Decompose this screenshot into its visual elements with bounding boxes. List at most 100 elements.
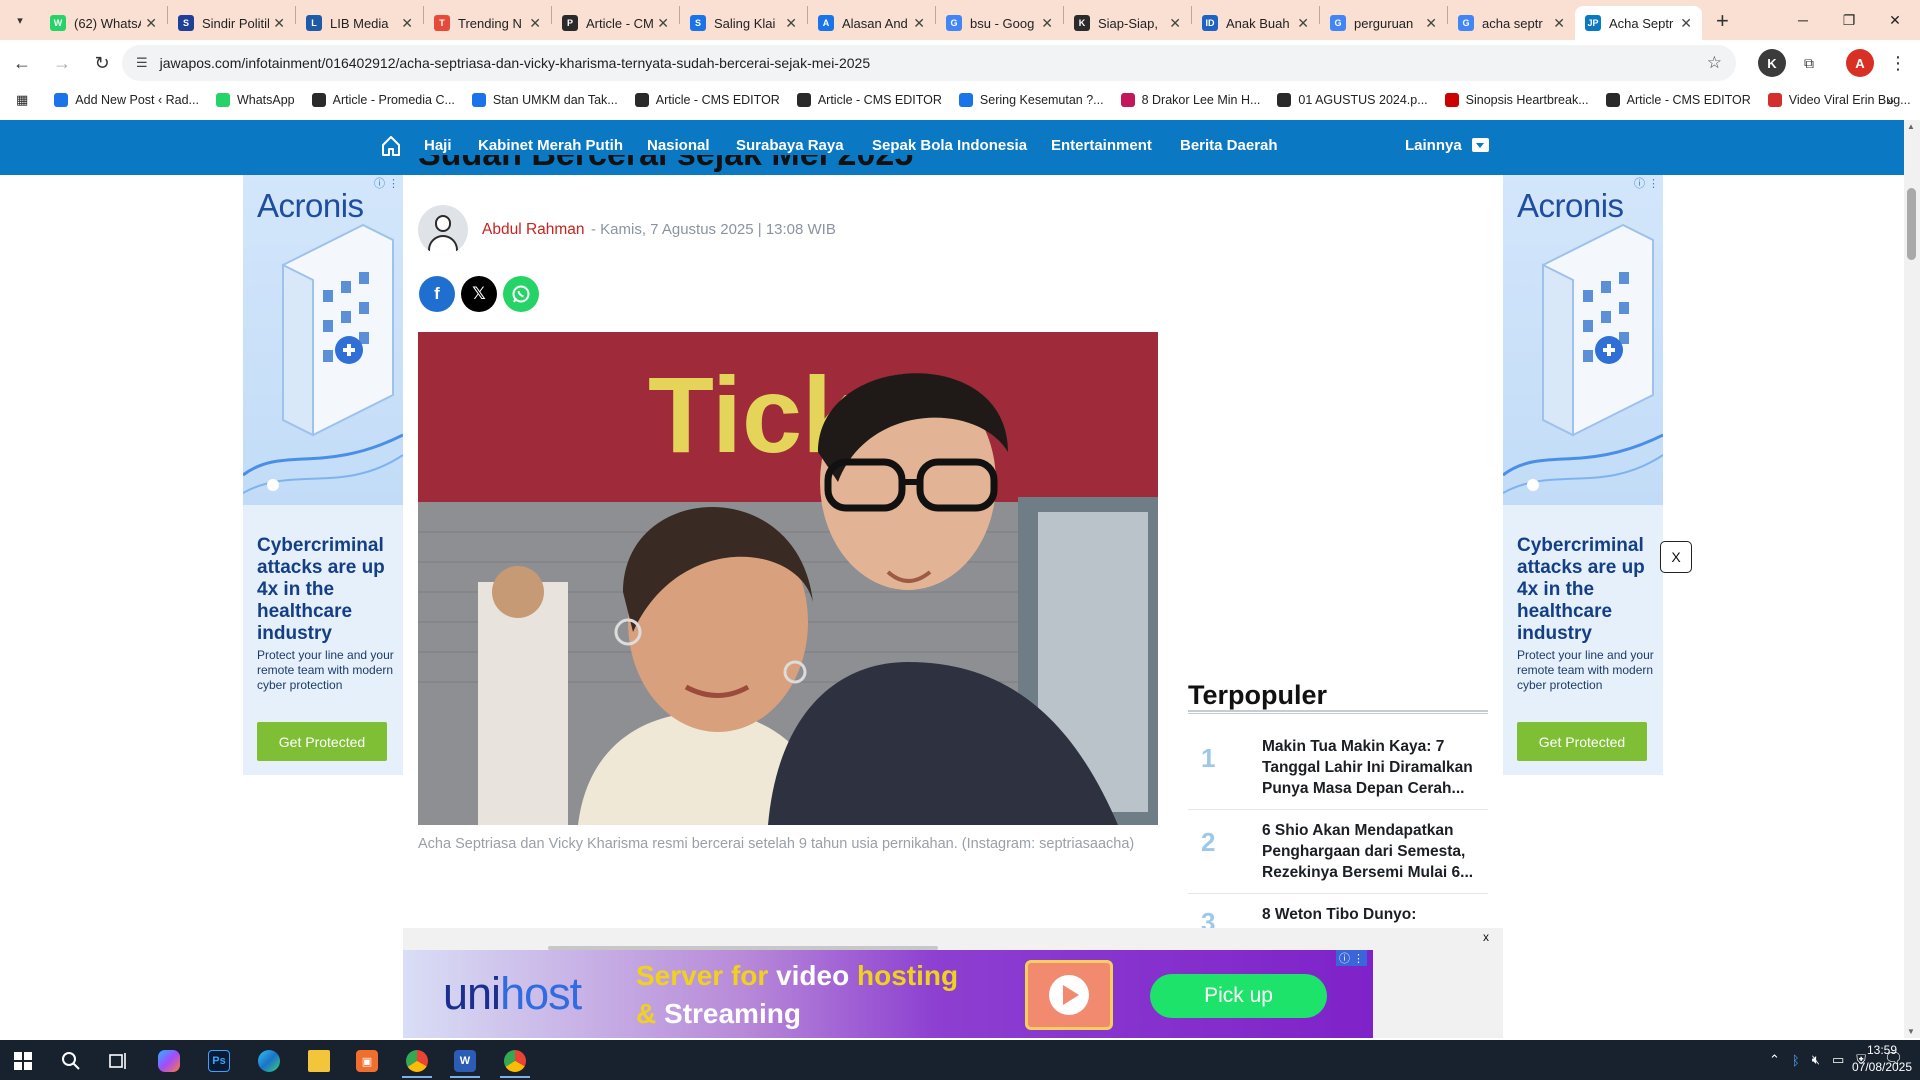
bookmark-item[interactable]: Sering Kesemutan ?...	[958, 93, 1104, 107]
browser-tab[interactable]: T Trending N ✕	[424, 6, 551, 40]
right-side-ad[interactable]: Acronis ⓘ ⋮ Cybercriminal attacks are up…	[1503, 175, 1663, 775]
browser-tab[interactable]: L LIB Media ✕	[296, 6, 423, 40]
back-button[interactable]: ←	[4, 45, 40, 81]
bookmark-item[interactable]: Article - CMS EDITOR	[1605, 93, 1751, 107]
ad-info-icon[interactable]: ⓘ ⋮	[1634, 175, 1659, 191]
nav-more-dropdown[interactable]: Lainnya	[1405, 137, 1489, 154]
ad-cta-button[interactable]: Get Protected	[257, 722, 387, 761]
tab-close-icon[interactable]: ✕	[1297, 15, 1309, 32]
popular-title-link[interactable]: Makin Tua Makin Kaya: 7 Tanggal Lahir In…	[1262, 736, 1476, 799]
tab-close-icon[interactable]: ✕	[913, 15, 925, 32]
apps-grid-icon[interactable]: ▦	[16, 92, 28, 108]
search-icon[interactable]	[50, 1044, 92, 1078]
browser-menu-icon[interactable]: ⋮	[1884, 49, 1912, 77]
share-whatsapp-button[interactable]	[503, 276, 539, 312]
app-orange-icon[interactable]: ▣	[346, 1044, 388, 1078]
tab-close-icon[interactable]: ✕	[1680, 15, 1692, 32]
bookmark-item[interactable]: Stan UMKM dan Tak...	[471, 93, 618, 107]
bookmark-item[interactable]: Article - CMS EDITOR	[634, 93, 780, 107]
browser-tab[interactable]: P Article - CM ✕	[552, 6, 679, 40]
url-text[interactable]: jawapos.com/infotainment/016402912/acha-…	[160, 55, 1707, 71]
minimize-button[interactable]: ─	[1780, 0, 1826, 40]
scroll-down-arrow-icon[interactable]: ▼	[1907, 1027, 1915, 1036]
browser-tab[interactable]: W (62) WhatsApp✕	[40, 6, 167, 40]
chrome-taskbar-icon[interactable]	[396, 1044, 438, 1078]
tab-close-icon[interactable]: ✕	[401, 15, 413, 32]
tab-search-button[interactable]: ▾	[8, 8, 32, 32]
word-icon[interactable]: W	[444, 1044, 486, 1078]
browser-tab[interactable]: K Siap-Siap, ✕	[1064, 6, 1191, 40]
ad-info-icon[interactable]: ⓘ ⋮	[374, 175, 399, 191]
browser-tab[interactable]: JP Acha Septr ✕	[1575, 6, 1702, 40]
tab-close-icon[interactable]: ✕	[145, 15, 157, 32]
site-info-icon[interactable]: ☰	[136, 55, 148, 71]
ad-cta-button[interactable]: Get Protected	[1517, 722, 1647, 761]
bottom-ad-close-button[interactable]: x	[1483, 930, 1489, 944]
nav-link-surabaya-raya[interactable]: Surabaya Raya	[736, 137, 844, 154]
extensions-puzzle-icon[interactable]: ⧉	[1795, 49, 1823, 77]
tab-close-icon[interactable]: ✕	[785, 15, 797, 32]
tab-close-icon[interactable]: ✕	[657, 15, 669, 32]
nav-link-haji[interactable]: Haji	[424, 137, 452, 154]
taskbar-clock[interactable]: 13:59 07/08/2025	[1848, 1042, 1916, 1076]
copilot-icon[interactable]	[148, 1044, 190, 1078]
bookmark-item[interactable]: WhatsApp	[215, 93, 295, 107]
tab-close-icon[interactable]: ✕	[1425, 15, 1437, 32]
share-x-button[interactable]: 𝕏	[461, 276, 497, 312]
tab-close-icon[interactable]: ✕	[529, 15, 541, 32]
ad-info-icon[interactable]: ⓘ ⋮	[1335, 950, 1367, 966]
ad-close-button[interactable]: X	[1660, 541, 1692, 573]
network-icon[interactable]: ▭	[1832, 1052, 1844, 1068]
nav-link-berita-daerah[interactable]: Berita Daerah	[1180, 137, 1278, 154]
close-window-button[interactable]: ✕	[1872, 0, 1918, 40]
article-hero-photo[interactable]: Tick s	[418, 332, 1158, 825]
nav-link-entertainment[interactable]: Entertainment	[1051, 137, 1152, 154]
browser-tab[interactable]: Gperguruan ✕	[1320, 6, 1447, 40]
address-bar[interactable]: ☰ jawapos.com/infotainment/016402912/ach…	[122, 45, 1736, 81]
browser-tab[interactable]: S Saling Klai ✕	[680, 6, 807, 40]
forward-button[interactable]: →	[44, 45, 80, 81]
nav-link-sepak-bola-indonesia[interactable]: Sepak Bola Indonesia	[872, 137, 1027, 154]
bookmark-item[interactable]: Add New Post ‹ Rad...	[54, 93, 199, 107]
profile-avatar[interactable]: A	[1846, 49, 1874, 77]
start-button[interactable]	[2, 1044, 44, 1078]
bookmark-item[interactable]: 01 AGUSTUS 2024.p...	[1277, 93, 1428, 107]
tab-close-icon[interactable]: ✕	[1041, 15, 1053, 32]
author-name-link[interactable]: Abdul Rahman	[482, 221, 585, 239]
popular-item[interactable]: 2 6 Shio Akan Mendapatkan Penghargaan da…	[1188, 814, 1488, 894]
edge-browser-icon[interactable]	[248, 1044, 290, 1078]
extension-k-icon[interactable]: K	[1758, 49, 1786, 77]
tab-close-icon[interactable]: ✕	[1553, 15, 1565, 32]
task-view-icon[interactable]	[98, 1044, 140, 1078]
photoshop-icon[interactable]: Ps	[198, 1044, 240, 1078]
popular-title-link[interactable]: 6 Shio Akan Mendapatkan Penghargaan dari…	[1262, 820, 1476, 883]
new-tab-button[interactable]: +	[1716, 8, 1729, 34]
chrome-profile-taskbar-icon[interactable]	[494, 1044, 536, 1078]
bookmark-item[interactable]: Sinopsis Heartbreak...	[1444, 93, 1589, 107]
browser-tab[interactable]: Gacha septr ✕	[1448, 6, 1575, 40]
bookmark-star-icon[interactable]: ☆	[1707, 53, 1722, 73]
browser-tab[interactable]: S Sindir Politik ✕	[168, 6, 295, 40]
home-icon[interactable]	[381, 135, 401, 157]
reload-button[interactable]: ↻	[84, 45, 120, 81]
left-side-ad[interactable]: Acronis ⓘ ⋮ Cybercriminal attacks are up…	[243, 175, 403, 775]
popular-item[interactable]: 1 Makin Tua Makin Kaya: 7 Tanggal Lahir …	[1188, 730, 1488, 810]
browser-tab[interactable]: A Alasan And ✕	[808, 6, 935, 40]
bookmark-item[interactable]: Article - CMS EDITOR	[796, 93, 942, 107]
ad-play-button[interactable]	[1025, 960, 1113, 1030]
file-explorer-icon[interactable]	[298, 1044, 340, 1078]
ad-cta-button[interactable]: Pick up	[1150, 974, 1327, 1018]
author-avatar[interactable]	[418, 205, 468, 255]
tray-overflow-icon[interactable]: ⌃	[1769, 1052, 1780, 1068]
share-facebook-button[interactable]: f	[419, 276, 455, 312]
notification-center-icon[interactable]: 🗨︎	[1884, 1049, 1904, 1069]
page-scrollbar-thumb[interactable]	[1907, 188, 1916, 260]
restore-button[interactable]: ❐	[1826, 0, 1872, 40]
bookmark-item[interactable]: 8 Drakor Lee Min H...	[1120, 93, 1260, 107]
browser-tab[interactable]: Gbsu - Goog ✕	[936, 6, 1063, 40]
tab-close-icon[interactable]: ✕	[273, 15, 285, 32]
bookmark-item[interactable]: Article - Promedia C...	[311, 93, 455, 107]
browser-tab[interactable]: ID Anak Buah ✕	[1192, 6, 1319, 40]
nav-link-kabinet-merah-putih[interactable]: Kabinet Merah Putih	[478, 137, 623, 154]
bookmarks-overflow-icon[interactable]: »	[1886, 92, 1894, 108]
